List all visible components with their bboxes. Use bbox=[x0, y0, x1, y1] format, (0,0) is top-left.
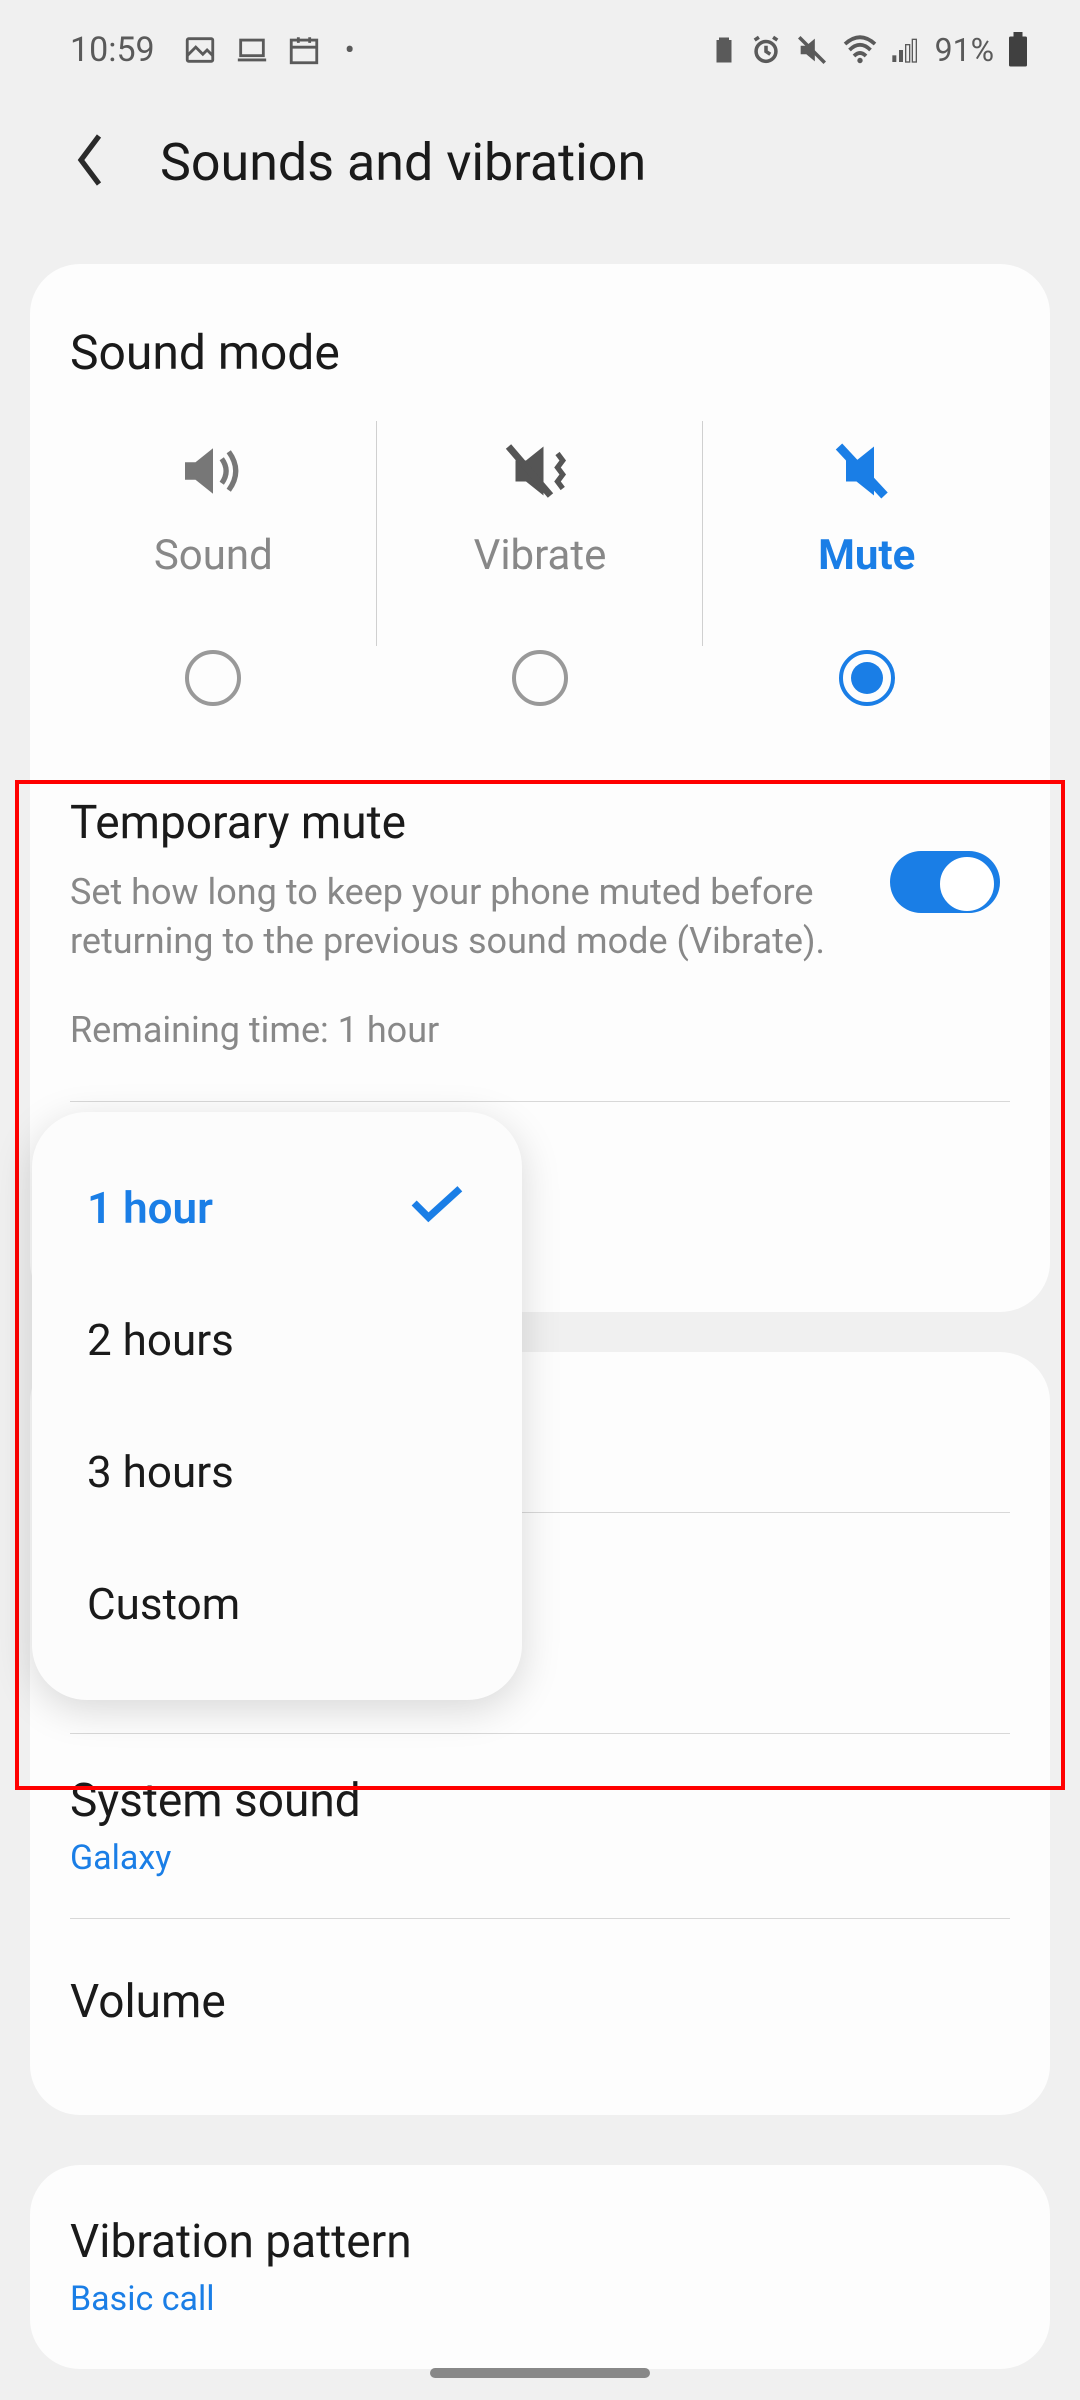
volume-title: Volume bbox=[70, 1975, 1010, 2029]
laptop-icon bbox=[235, 33, 269, 67]
alarm-icon bbox=[749, 33, 783, 67]
duration-label: Custom bbox=[87, 1578, 240, 1630]
battery-saver-icon bbox=[711, 35, 737, 65]
image-icon bbox=[183, 33, 217, 67]
radio-unchecked[interactable] bbox=[185, 650, 241, 706]
temporary-mute-section[interactable]: Temporary mute Set how long to keep your… bbox=[30, 736, 1050, 1051]
duration-label: 3 hours bbox=[87, 1446, 234, 1498]
sound-mode-option-sound[interactable]: Sound bbox=[50, 441, 377, 706]
system-sound-value: Galaxy bbox=[70, 1838, 1010, 1878]
sound-mode-row: Sound Vibrate Mute bbox=[30, 441, 1050, 706]
temporary-mute-toggle[interactable] bbox=[890, 851, 1000, 913]
duration-popup: 1 hour 2 hours 3 hours Custom bbox=[32, 1112, 522, 1700]
sound-mode-label: Vibrate bbox=[474, 531, 607, 580]
duration-label: 1 hour bbox=[87, 1182, 213, 1234]
nav-bar-indicator[interactable] bbox=[430, 2368, 650, 2378]
header: Sounds and vibration bbox=[0, 90, 1080, 264]
sound-mode-label: Sound bbox=[154, 531, 273, 580]
status-bar: 10:59 • 91% bbox=[0, 0, 1080, 90]
temporary-mute-title: Temporary mute bbox=[70, 796, 1010, 850]
battery-icon bbox=[1006, 32, 1030, 68]
calendar-icon bbox=[287, 33, 321, 67]
volume-row[interactable]: Volume bbox=[30, 1919, 1050, 2085]
system-sound-row[interactable]: System sound Galaxy bbox=[30, 1734, 1050, 1918]
radio-checked[interactable] bbox=[839, 650, 895, 706]
radio-unchecked[interactable] bbox=[512, 650, 568, 706]
sound-mode-label: Mute bbox=[818, 531, 915, 580]
check-icon bbox=[407, 1182, 467, 1234]
duration-option-2hours[interactable]: 2 hours bbox=[32, 1274, 522, 1406]
more-indicator-icon: • bbox=[345, 33, 355, 68]
vibration-card: Vibration pattern Basic call bbox=[30, 2165, 1050, 2369]
wifi-icon bbox=[841, 35, 879, 65]
mute-mode-icon bbox=[832, 441, 902, 501]
vibrate-icon bbox=[505, 441, 575, 501]
duration-option-3hours[interactable]: 3 hours bbox=[32, 1406, 522, 1538]
signal-icon bbox=[891, 35, 923, 65]
status-time: 10:59 bbox=[70, 30, 155, 70]
sound-mode-option-mute[interactable]: Mute bbox=[703, 441, 1030, 706]
page-title: Sounds and vibration bbox=[160, 132, 646, 193]
back-icon[interactable] bbox=[70, 130, 110, 194]
duration-label: 2 hours bbox=[87, 1314, 234, 1366]
sound-icon bbox=[178, 441, 248, 501]
sound-mode-option-vibrate[interactable]: Vibrate bbox=[377, 441, 704, 706]
duration-option-custom[interactable]: Custom bbox=[32, 1538, 522, 1670]
mute-icon bbox=[795, 33, 829, 67]
battery-percent: 91% bbox=[935, 31, 994, 69]
system-sound-title: System sound bbox=[70, 1774, 1010, 1828]
vibration-pattern-value: Basic call bbox=[70, 2279, 1010, 2319]
vibration-pattern-title: Vibration pattern bbox=[70, 2215, 1010, 2269]
status-right: 91% bbox=[711, 31, 1030, 69]
temporary-mute-remaining: Remaining time: 1 hour bbox=[70, 1009, 1010, 1051]
temporary-mute-description: Set how long to keep your phone muted be… bbox=[70, 868, 850, 965]
duration-option-1hour[interactable]: 1 hour bbox=[32, 1142, 522, 1274]
sound-mode-title: Sound mode bbox=[30, 324, 1050, 441]
status-left: 10:59 • bbox=[70, 30, 355, 70]
vibration-pattern-row[interactable]: Vibration pattern Basic call bbox=[30, 2205, 1050, 2359]
